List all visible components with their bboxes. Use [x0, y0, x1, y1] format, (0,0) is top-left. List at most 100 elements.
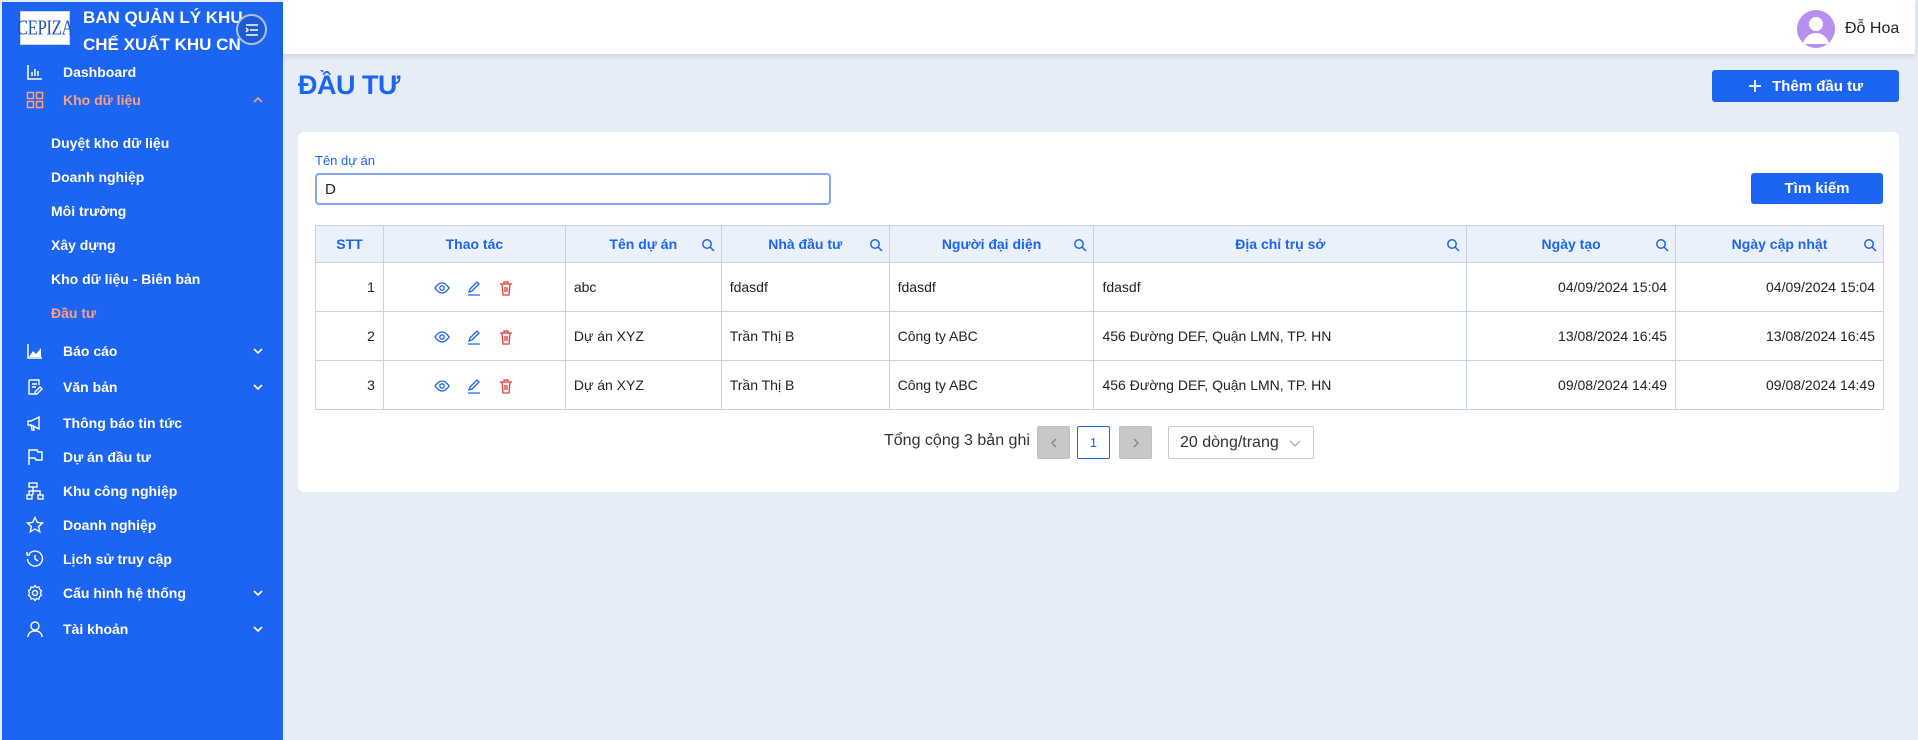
table-row: 3 Dự án XYZ Trần Thị B Công ty ABC 456 Đ…	[315, 360, 1884, 410]
search-button[interactable]: Tìm kiếm	[1751, 173, 1883, 204]
sidebar-item-kho-du-lieu[interactable]: Kho dữ liệu	[2, 85, 283, 115]
edit-icon[interactable]	[466, 378, 482, 394]
cell-project-name: abc	[564, 262, 722, 312]
page-number-button[interactable]: 1	[1077, 426, 1110, 459]
column-search-icon[interactable]	[869, 238, 883, 252]
column-search-icon[interactable]	[1655, 238, 1669, 252]
sidebar-subitem-duyet-kho[interactable]: Duyệt kho dữ liệu	[51, 135, 169, 151]
column-label: Ngày tạo	[1541, 236, 1601, 252]
sidebar-item-label: Kho dữ liệu	[63, 92, 141, 108]
menu-collapse-icon	[244, 23, 258, 36]
cell-project-name: Dự án XYZ	[564, 311, 722, 361]
chevron-down-icon	[253, 590, 263, 597]
sidebar-subitem-bien-ban[interactable]: Kho dữ liệu - Biên bản	[51, 271, 200, 287]
flag-icon	[28, 449, 43, 465]
sidebar-toggle-button[interactable]	[236, 14, 267, 45]
delete-icon[interactable]	[498, 280, 514, 296]
total-records: Tổng cộng 3 bản ghi	[884, 432, 1030, 449]
column-label: Địa chỉ trụ sở	[1235, 236, 1326, 252]
view-icon[interactable]	[434, 329, 451, 345]
sidebar-item-khu-cong-nghiep[interactable]: Khu công nghiệp	[2, 476, 283, 506]
avatar[interactable]	[1797, 10, 1835, 48]
sidebar-subitem-doanh-nghiep[interactable]: Doanh nghiệp	[51, 169, 144, 185]
sidebar-item-label: Báo cáo	[63, 343, 118, 359]
column-header-actions: Thao tác	[382, 225, 566, 263]
sidebar-item-cau-hinh[interactable]: Cấu hình hệ thống	[2, 578, 283, 608]
brand-title-line1: BAN QUẢN LÝ KHU	[83, 8, 243, 27]
edit-icon[interactable]	[466, 280, 482, 296]
sidebar-item-doanh-nghiep[interactable]: Doanh nghiệp	[2, 510, 283, 540]
chevron-down-icon	[1289, 440, 1301, 447]
view-icon[interactable]	[434, 378, 451, 394]
column-header-representative: Người đại diện	[888, 225, 1095, 263]
delete-icon[interactable]	[498, 378, 514, 394]
sidebar-item-label: Dashboard	[63, 64, 137, 80]
sidebar-subitem-moi-truong[interactable]: Môi trường	[51, 203, 126, 219]
sidebar-item-label: Văn bản	[63, 379, 118, 395]
add-investment-button[interactable]: Thêm đầu tư	[1712, 70, 1899, 102]
sidebar-item-du-an-dau-tu[interactable]: Dự án đầu tư	[2, 442, 283, 472]
column-label: Ngày cập nhật	[1731, 236, 1828, 252]
logo: CEPIZA	[17, 11, 74, 45]
cell-representative: Công ty ABC	[888, 311, 1095, 361]
view-icon[interactable]	[434, 280, 451, 296]
project-name-input[interactable]	[315, 173, 831, 205]
cell-investor: fdasdf	[720, 262, 890, 312]
cell-stt: 3	[315, 360, 384, 410]
clock-icon	[26, 550, 44, 567]
sidebar-item-lich-su[interactable]: Lịch sử truy cập	[2, 544, 283, 574]
column-search-icon[interactable]	[1446, 238, 1460, 252]
user-avatar-icon	[1803, 17, 1829, 44]
cell-representative: fdasdf	[888, 262, 1095, 312]
table-header-row: STT Thao tác Tên dự án Nhà đầu tư Người …	[315, 225, 1884, 263]
edit-icon[interactable]	[466, 329, 482, 345]
sitemap-icon	[26, 482, 44, 500]
next-page-button[interactable]	[1119, 426, 1152, 459]
column-label: STT	[336, 236, 363, 252]
sidebar-item-tai-khoan[interactable]: Tài khoản	[2, 614, 283, 644]
page-size-value: 20 dòng/trang	[1180, 433, 1279, 451]
sidebar-item-label: Dự án đầu tư	[63, 449, 151, 465]
cell-updated: 09/08/2024 14:49	[1675, 360, 1884, 410]
cell-representative: Công ty ABC	[888, 360, 1095, 410]
column-header-stt: STT	[315, 225, 384, 263]
sidebar-item-thong-bao[interactable]: Thông báo tin tức	[2, 408, 283, 438]
cell-created: 13/08/2024 16:45	[1466, 311, 1677, 361]
page-title: ĐẦU TƯ	[298, 70, 400, 100]
cell-created: 09/08/2024 14:49	[1466, 360, 1677, 410]
sidebar-item-bao-cao[interactable]: Báo cáo	[2, 336, 283, 366]
delete-icon[interactable]	[498, 329, 514, 345]
brand-title: BAN QUẢN LÝ KHU CHẾ XUẤT KHU CN	[83, 4, 243, 58]
column-search-icon[interactable]	[1073, 238, 1087, 252]
column-header-address: Địa chỉ trụ sở	[1093, 225, 1468, 263]
gear-icon	[27, 584, 43, 602]
sidebar-item-van-ban[interactable]: Văn bản	[2, 372, 283, 402]
grid-icon	[26, 91, 44, 109]
cell-stt: 1	[315, 262, 384, 312]
column-search-icon[interactable]	[701, 238, 715, 252]
chevron-down-icon	[253, 626, 263, 633]
sidebar-item-dashboard[interactable]: Dashboard	[2, 57, 283, 87]
cell-address: 456 Đường DEF, Quận LMN, TP. HN	[1093, 311, 1468, 361]
sidebar-subitem-dau-tu[interactable]: Đầu tư	[51, 305, 96, 321]
username[interactable]: Đỗ Hoa	[1845, 20, 1899, 38]
sidebar-item-label: Doanh nghiệp	[63, 517, 157, 533]
table-row: 2 Dự án XYZ Trần Thị B Công ty ABC 456 Đ…	[315, 311, 1884, 361]
sidebar-item-label: Lịch sử truy cập	[63, 551, 172, 567]
column-label: Người đại diện	[941, 236, 1042, 252]
sidebar-item-label: Khu công nghiệp	[63, 483, 178, 499]
chevron-down-icon	[253, 384, 263, 391]
sidebar-subitem-xay-dung[interactable]: Xây dựng	[51, 237, 116, 253]
project-name-label: Tên dự án	[315, 153, 376, 168]
table-row: 1 abc fdasdf fdasdf fdasdf 04/09/2024 15…	[315, 262, 1884, 312]
sidebar-item-label: Tài khoản	[63, 621, 129, 637]
page-size-select[interactable]: 20 dòng/trang	[1168, 426, 1314, 459]
brand: CEPIZA BAN QUẢN LÝ KHU CHẾ XUẤT KHU CN	[2, 2, 283, 54]
logo-text: CEPIZA	[16, 15, 74, 40]
chevron-up-icon	[253, 96, 263, 103]
column-search-icon[interactable]	[1863, 238, 1877, 252]
prev-page-button[interactable]	[1037, 426, 1070, 459]
megaphone-icon	[27, 415, 40, 431]
investment-table: STT Thao tác Tên dự án Nhà đầu tư Người …	[315, 225, 1884, 410]
chart-bar-icon	[27, 65, 42, 80]
